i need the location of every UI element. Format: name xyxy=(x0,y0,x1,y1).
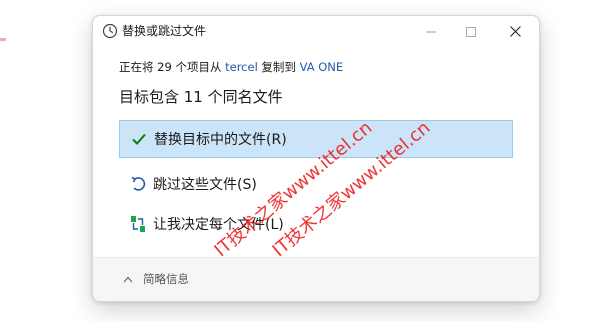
clock-icon xyxy=(102,23,118,39)
skip-files-option[interactable]: 跳过这些文件(S) xyxy=(119,165,513,203)
status-middle: 复制到 xyxy=(257,60,300,74)
destination-folder-link[interactable]: VA ONE xyxy=(300,60,344,74)
close-button[interactable] xyxy=(497,16,533,46)
decide-each-file-label: 让我决定每个文件(L) xyxy=(153,217,284,233)
undo-arrow-icon xyxy=(129,175,147,193)
details-label: 简略信息 xyxy=(143,272,189,286)
maximize-button[interactable] xyxy=(453,16,489,46)
maximize-icon xyxy=(466,22,476,41)
copy-status-text: 正在将 29 个项目从 tercel 复制到 VA ONE xyxy=(119,59,343,75)
replace-files-option[interactable]: 替换目标中的文件(R) xyxy=(119,120,513,158)
replace-files-label: 替换目标中的文件(R) xyxy=(154,132,287,148)
title-bar[interactable]: 替换或跳过文件 xyxy=(93,16,539,48)
source-folder-link[interactable]: tercel xyxy=(225,60,258,74)
close-icon xyxy=(509,22,521,41)
conflict-heading: 目标包含 11 个同名文件 xyxy=(119,88,283,106)
chevron-up-icon xyxy=(123,276,133,283)
minimize-icon xyxy=(426,22,436,41)
window-title: 替换或跳过文件 xyxy=(122,24,207,38)
replace-or-skip-dialog: 替换或跳过文件 正在将 29 个项目从 tercel 复制到 VA ONE 目标… xyxy=(92,15,540,302)
skip-files-label: 跳过这些文件(S) xyxy=(153,177,257,193)
decide-each-file-option[interactable]: 让我决定每个文件(L) xyxy=(119,205,513,243)
checkmark-icon xyxy=(130,130,148,148)
details-toggle[interactable]: 简略信息 xyxy=(123,271,189,287)
compare-arrows-icon xyxy=(129,215,147,233)
minimize-button[interactable] xyxy=(413,16,449,46)
background-mark xyxy=(0,38,6,41)
status-prefix: 正在将 29 个项目从 xyxy=(119,60,226,74)
